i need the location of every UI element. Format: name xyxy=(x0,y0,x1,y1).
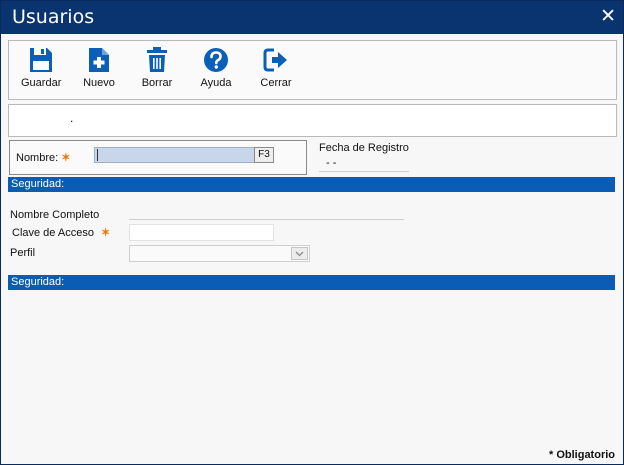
new-document-icon xyxy=(89,48,109,72)
delete-label: Borrar xyxy=(141,77,173,89)
obligatorio-note: * Obligatorio xyxy=(549,449,615,461)
window-title: Usuarios xyxy=(12,6,95,28)
perfil-label: Perfil xyxy=(10,247,36,259)
nombre-input[interactable] xyxy=(94,147,256,163)
required-star-icon: ✶ xyxy=(101,227,111,239)
fecha-registro-value: - - xyxy=(319,157,409,172)
floppy-disk-icon xyxy=(30,48,52,72)
nombre-label: Nombre: ✶ xyxy=(16,151,70,164)
close-label: Cerrar xyxy=(260,77,292,89)
nombre-label-text: Nombre: xyxy=(16,152,59,164)
section-header-seguridad-2: Seguridad: xyxy=(8,275,615,290)
help-label: Ayuda xyxy=(200,77,232,89)
fecha-registro-label: Fecha de Registro xyxy=(319,142,409,154)
clave-acceso-label: Clave de Acceso ✶ xyxy=(12,226,110,239)
clave-acceso-input[interactable] xyxy=(129,224,274,241)
usuarios-window: Usuarios ✕ Guardar Nuevo Borrar Ayuda Ce… xyxy=(0,0,624,465)
nombre-completo-field[interactable] xyxy=(129,204,404,220)
chevron-down-icon[interactable] xyxy=(291,247,308,260)
save-button[interactable]: Guardar xyxy=(21,47,61,89)
new-button[interactable]: Nuevo xyxy=(81,47,117,89)
info-text: . xyxy=(70,111,74,125)
close-icon[interactable]: ✕ xyxy=(600,5,616,27)
help-button[interactable]: Ayuda xyxy=(197,47,235,89)
save-label: Guardar xyxy=(21,77,62,89)
name-panel: Nombre: ✶ F3 xyxy=(9,140,307,175)
text-caret xyxy=(97,149,98,161)
clave-acceso-label-text: Clave de Acceso xyxy=(12,227,94,239)
toolbar: Guardar Nuevo Borrar Ayuda Cerrar xyxy=(8,40,617,100)
f3-lookup-button[interactable]: F3 xyxy=(254,147,274,163)
section-header-seguridad: Seguridad: xyxy=(8,177,615,192)
title-bar: Usuarios ✕ xyxy=(1,1,623,34)
help-icon xyxy=(204,48,228,72)
new-label: Nuevo xyxy=(83,77,115,89)
close-button[interactable]: Cerrar xyxy=(257,47,295,89)
nombre-completo-label: Nombre Completo xyxy=(10,209,100,221)
required-star-icon: ✶ xyxy=(61,152,71,164)
info-bar: . xyxy=(8,104,617,137)
exit-icon xyxy=(263,48,287,72)
delete-button[interactable]: Borrar xyxy=(139,47,175,89)
perfil-select[interactable] xyxy=(129,245,310,262)
trash-icon xyxy=(147,47,167,72)
